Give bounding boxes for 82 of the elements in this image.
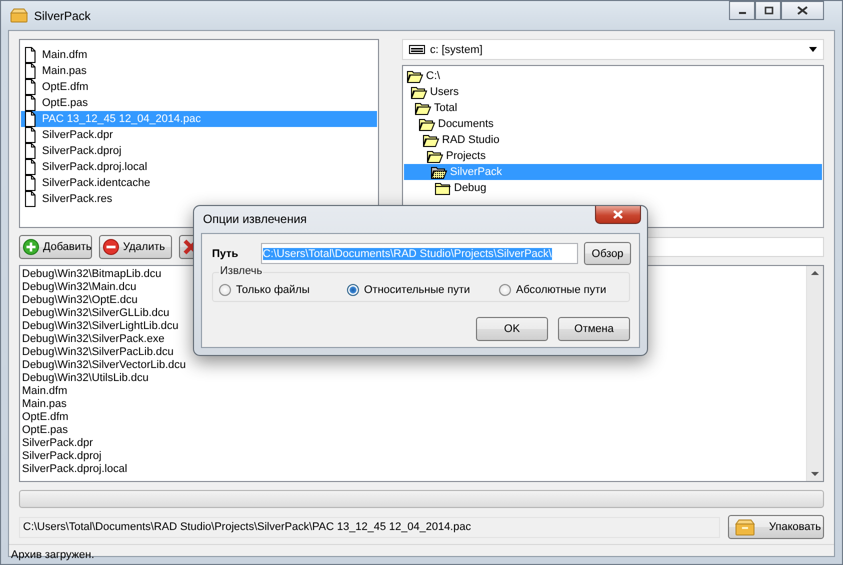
drive-dropdown[interactable]: c: [system] [402, 39, 824, 60]
archive-entry[interactable]: Debug\Win32\SilverVectorLib.dcu [22, 359, 186, 372]
file-item[interactable]: SilverPack.res [21, 191, 377, 207]
open-folder-icon [411, 85, 428, 99]
open-folder-icon [415, 101, 432, 115]
file-item[interactable]: OptE.pas [21, 95, 377, 111]
app-icon [10, 8, 28, 23]
group-title: Извлечь [219, 265, 264, 277]
folder-item[interactable]: Documents [404, 116, 822, 132]
maximize-button[interactable] [755, 1, 781, 20]
pack-button[interactable]: Упаковать [728, 515, 824, 539]
file-item[interactable]: Main.dfm [21, 47, 377, 63]
archive-entry[interactable]: Main.pas [22, 398, 67, 411]
open-folder-icon [427, 149, 444, 163]
folder-item[interactable]: Users [404, 84, 822, 100]
archive-entry[interactable]: Debug\Win32\BitmapLib.dcu [22, 268, 162, 281]
close-icon [796, 6, 809, 15]
folder-item[interactable]: Debug [404, 180, 822, 196]
window-title: SilverPack [34, 8, 92, 22]
file-icon [24, 175, 36, 191]
file-icon [24, 143, 36, 159]
ok-button[interactable]: OK [476, 317, 548, 341]
add-icon [23, 239, 39, 255]
radio-button[interactable] [499, 284, 511, 296]
file-item[interactable]: SilverPack.dproj.local [21, 159, 377, 175]
file-icon [24, 159, 36, 175]
folder-item[interactable]: C:\ [404, 68, 822, 84]
folder-item[interactable]: Projects [404, 148, 822, 164]
file-icon [24, 95, 36, 111]
file-item[interactable]: Main.pas [21, 63, 377, 79]
archive-entry[interactable]: Debug\Win32\SilverPacLib.dcu [22, 346, 174, 359]
radio-label[interactable]: Абсолютные пути [516, 284, 606, 296]
remove-button[interactable]: Удалить [99, 235, 172, 259]
archive-entry[interactable]: Main.dfm [22, 385, 68, 398]
open-folder-icon [407, 69, 424, 83]
radio-label[interactable]: Только файлы [236, 284, 310, 296]
open-folder-icon [431, 165, 448, 179]
file-item[interactable]: SilverPack.identcache [21, 175, 377, 191]
file-item[interactable]: OptE.dfm [21, 79, 377, 95]
archive-entry[interactable]: Debug\Win32\UtilsLib.dcu [22, 372, 149, 385]
archive-entry[interactable]: OptE.pas [22, 424, 68, 437]
path-label: Путь [212, 248, 240, 260]
file-icon [24, 127, 36, 143]
status-bar: Архив загружен. [9, 544, 834, 565]
dialog-title: Опции извлечения [203, 212, 307, 226]
file-icon [24, 47, 36, 63]
file-item[interactable]: SilverPack.dpr [21, 127, 377, 143]
file-icon [24, 79, 36, 95]
remove-icon [103, 239, 119, 255]
folder-icon [435, 181, 452, 195]
radio-label[interactable]: Относительные пути [364, 284, 470, 296]
archive-entry[interactable]: Debug\Win32\SilverPack.exe [22, 333, 164, 346]
file-icon [24, 63, 36, 79]
radio-button[interactable] [219, 284, 231, 296]
dropdown-arrow-icon [809, 47, 817, 52]
radio-button[interactable] [347, 284, 359, 296]
archive-path-field[interactable]: C:\Users\Total\Documents\RAD Studio\Projects\SilverPack\PAC 13_12_45 12_04_2014.pac [19, 516, 720, 538]
archive-entry[interactable]: SilverPack.dproj.local [22, 463, 128, 476]
file-icon [24, 111, 36, 127]
archive-entry[interactable]: Debug\Win32\OptE.dcu [22, 294, 138, 307]
archive-entry[interactable]: SilverPack.dpr [22, 437, 93, 450]
close-button[interactable] [781, 1, 824, 20]
archive-entry[interactable]: SilverPack.dproj [22, 450, 102, 463]
package-icon [735, 518, 755, 536]
open-folder-icon [419, 117, 436, 131]
add-button[interactable]: Добавить [19, 235, 92, 259]
browse-button[interactable]: Обзор [584, 242, 631, 265]
open-folder-icon [423, 133, 440, 147]
cancel-button[interactable]: Отмена [558, 317, 630, 341]
minimize-button[interactable] [729, 1, 755, 20]
close-button[interactable] [595, 206, 641, 224]
scrollbar[interactable] [806, 266, 823, 481]
archive-entry[interactable]: Debug\Win32\Main.dcu [22, 281, 136, 294]
close-icon [612, 209, 624, 220]
folder-item[interactable]: RAD Studio [404, 132, 822, 148]
archive-entry[interactable]: Debug\Win32\SilverGLLib.dcu [22, 307, 170, 320]
archive-entry[interactable]: OptE.dfm [22, 411, 68, 424]
drive-icon [409, 44, 425, 55]
archive-entry[interactable]: Debug\Win32\SilverLightLib.dcu [22, 320, 179, 333]
folder-item[interactable]: Total [404, 100, 822, 116]
file-item[interactable]: SilverPack.dproj [21, 143, 377, 159]
file-icon [24, 191, 36, 207]
